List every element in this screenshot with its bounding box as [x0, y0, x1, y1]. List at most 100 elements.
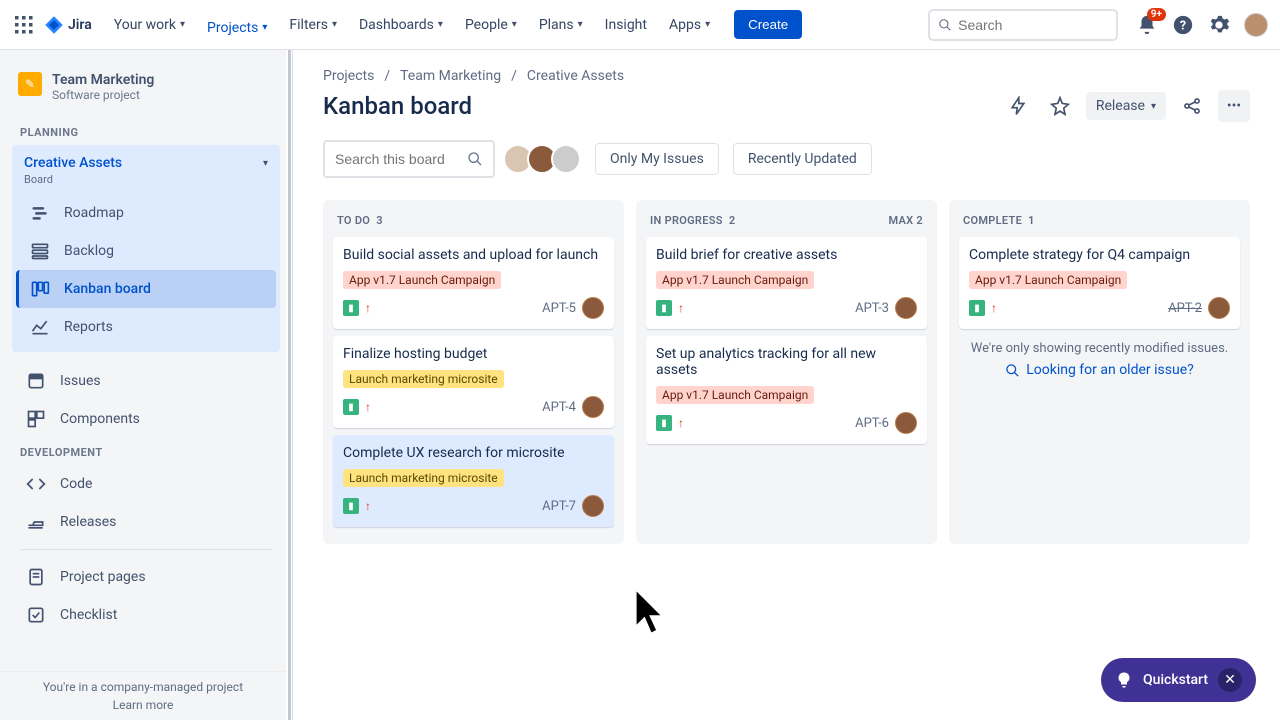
jira-logo[interactable]: Jira	[44, 15, 92, 35]
sidebar-item-roadmap[interactable]: Roadmap	[16, 194, 276, 232]
project-icon: ✎	[18, 72, 42, 96]
column-complete: Complete 1 Complete strategy for Q4 camp…	[949, 200, 1250, 544]
share-icon[interactable]	[1176, 90, 1208, 122]
crumb-board[interactable]: Creative Assets	[527, 68, 624, 84]
components-icon	[26, 409, 46, 429]
project-header[interactable]: ✎ Team Marketing Software project	[8, 66, 284, 118]
sidebar-group-sub: Board	[12, 173, 280, 194]
project-name: Team Marketing	[52, 72, 154, 88]
sidebar-item-checklist[interactable]: Checklist	[12, 596, 280, 634]
svg-text:?: ?	[1180, 18, 1186, 33]
priority-icon: ↑	[365, 301, 371, 315]
nav-your-work[interactable]: Your work▾	[104, 11, 195, 39]
sidebar-item-reports[interactable]: Reports	[16, 308, 276, 346]
card-apt7[interactable]: Complete UX research for microsite Launc…	[333, 435, 614, 527]
sidebar-item-kanban[interactable]: Kanban board	[16, 270, 276, 308]
nav-items: Your work▾ Projects▾ Filters▾ Dashboards…	[104, 11, 720, 39]
nav-projects[interactable]: Projects▾	[197, 11, 277, 53]
assignee-filter[interactable]	[509, 144, 581, 174]
older-issue-link[interactable]: Looking for an older issue?	[959, 362, 1240, 378]
reports-icon	[30, 317, 50, 337]
sidebar-item-issues[interactable]: Issues	[12, 362, 280, 400]
board-search[interactable]	[323, 140, 495, 178]
nav-people[interactable]: People▾	[455, 11, 527, 39]
lightbulb-icon	[1115, 671, 1133, 689]
nav-dashboards[interactable]: Dashboards▾	[349, 11, 453, 39]
settings-icon[interactable]	[1208, 14, 1230, 36]
nav-filters[interactable]: Filters▾	[279, 11, 347, 39]
search-icon	[467, 151, 483, 167]
sidebar-board-group: Creative Assets ▾ Board Roadmap Backlog …	[12, 145, 280, 352]
sidebar-item-components[interactable]: Components	[12, 400, 280, 438]
section-development: Development	[8, 438, 284, 465]
main-content: Projects / Team Marketing / Creative Ass…	[293, 50, 1280, 720]
help-icon[interactable]: ?	[1172, 14, 1194, 36]
learn-more-link[interactable]: Learn more	[8, 698, 278, 712]
global-search[interactable]	[928, 9, 1118, 41]
assignee-avatar[interactable]	[1208, 297, 1230, 319]
done-column-note: We're only showing recently modified iss…	[959, 341, 1240, 356]
card-apt2[interactable]: Complete strategy for Q4 campaign App v1…	[959, 237, 1240, 329]
nav-insight[interactable]: Insight	[595, 11, 657, 39]
epic-tag[interactable]: Launch marketing microsite	[343, 469, 504, 487]
notifications-icon[interactable]: 9+	[1136, 14, 1158, 36]
card-apt4[interactable]: Finalize hosting budget Launch marketing…	[333, 336, 614, 428]
card-apt3[interactable]: Build brief for creative assets App v1.7…	[646, 237, 927, 329]
crumb-team[interactable]: Team Marketing	[400, 68, 501, 84]
epic-tag[interactable]: App v1.7 Launch Campaign	[656, 386, 814, 404]
story-icon: ▮	[969, 300, 985, 316]
assignee-avatar[interactable]	[582, 495, 604, 517]
filter-recently-updated[interactable]: Recently Updated	[733, 143, 872, 175]
releases-icon	[26, 512, 46, 532]
chevron-down-icon: ▾	[438, 19, 443, 30]
roadmap-icon	[30, 203, 50, 223]
code-icon	[26, 474, 46, 494]
card-apt6[interactable]: Set up analytics tracking for all new as…	[646, 336, 927, 444]
sidebar-item-project-pages[interactable]: Project pages	[12, 558, 280, 596]
global-search-input[interactable]	[958, 17, 1108, 33]
assignee-avatar[interactable]	[895, 412, 917, 434]
card-apt5[interactable]: Build social assets and upload for launc…	[333, 237, 614, 329]
pages-icon	[26, 567, 46, 587]
brand-name: Jira	[68, 17, 92, 33]
chevron-down-icon: ▾	[578, 19, 583, 30]
filter-only-my-issues[interactable]: Only My Issues	[595, 143, 719, 175]
assignee-avatar[interactable]	[582, 297, 604, 319]
nav-plans[interactable]: Plans▾	[529, 11, 593, 39]
profile-avatar[interactable]	[1244, 13, 1268, 37]
sidebar-resizer[interactable]	[286, 50, 292, 720]
assignee-avatar[interactable]	[895, 297, 917, 319]
priority-icon: ↑	[678, 301, 684, 315]
star-icon[interactable]	[1044, 90, 1076, 122]
column-todo: To Do 3 Build social assets and upload f…	[323, 200, 624, 544]
avatar-unassigned[interactable]	[551, 144, 581, 174]
chevron-down-icon: ▾	[263, 158, 268, 169]
close-icon[interactable]: ✕	[1218, 668, 1242, 692]
create-button[interactable]: Create	[734, 10, 802, 39]
epic-tag[interactable]: App v1.7 Launch Campaign	[656, 271, 814, 289]
priority-icon: ↑	[991, 301, 997, 315]
sidebar-item-backlog[interactable]: Backlog	[16, 232, 276, 270]
issues-icon	[26, 371, 46, 391]
chevron-down-icon: ▾	[262, 22, 267, 33]
more-button[interactable]: •••	[1218, 90, 1250, 122]
epic-tag[interactable]: Launch marketing microsite	[343, 370, 504, 388]
epic-tag[interactable]: App v1.7 Launch Campaign	[969, 271, 1127, 289]
assignee-avatar[interactable]	[582, 396, 604, 418]
nav-apps[interactable]: Apps▾	[659, 11, 720, 39]
sidebar-item-releases[interactable]: Releases	[12, 503, 280, 541]
board-search-input[interactable]	[335, 151, 455, 167]
app-switcher-icon[interactable]	[12, 13, 36, 37]
quickstart-button[interactable]: Quickstart ✕	[1101, 658, 1256, 702]
sidebar: ✎ Team Marketing Software project Planni…	[0, 50, 293, 720]
automation-icon[interactable]	[1002, 90, 1034, 122]
top-nav: Jira Your work▾ Projects▾ Filters▾ Dashb…	[0, 0, 1280, 50]
crumb-projects[interactable]: Projects	[323, 68, 374, 84]
sidebar-item-code[interactable]: Code	[12, 465, 280, 503]
release-button[interactable]: Release▾	[1086, 92, 1166, 120]
epic-tag[interactable]: App v1.7 Launch Campaign	[343, 271, 501, 289]
notification-badge: 9+	[1147, 8, 1166, 21]
sidebar-group-toggle[interactable]: Creative Assets ▾	[12, 145, 280, 173]
backlog-icon	[30, 241, 50, 261]
story-icon: ▮	[343, 399, 359, 415]
